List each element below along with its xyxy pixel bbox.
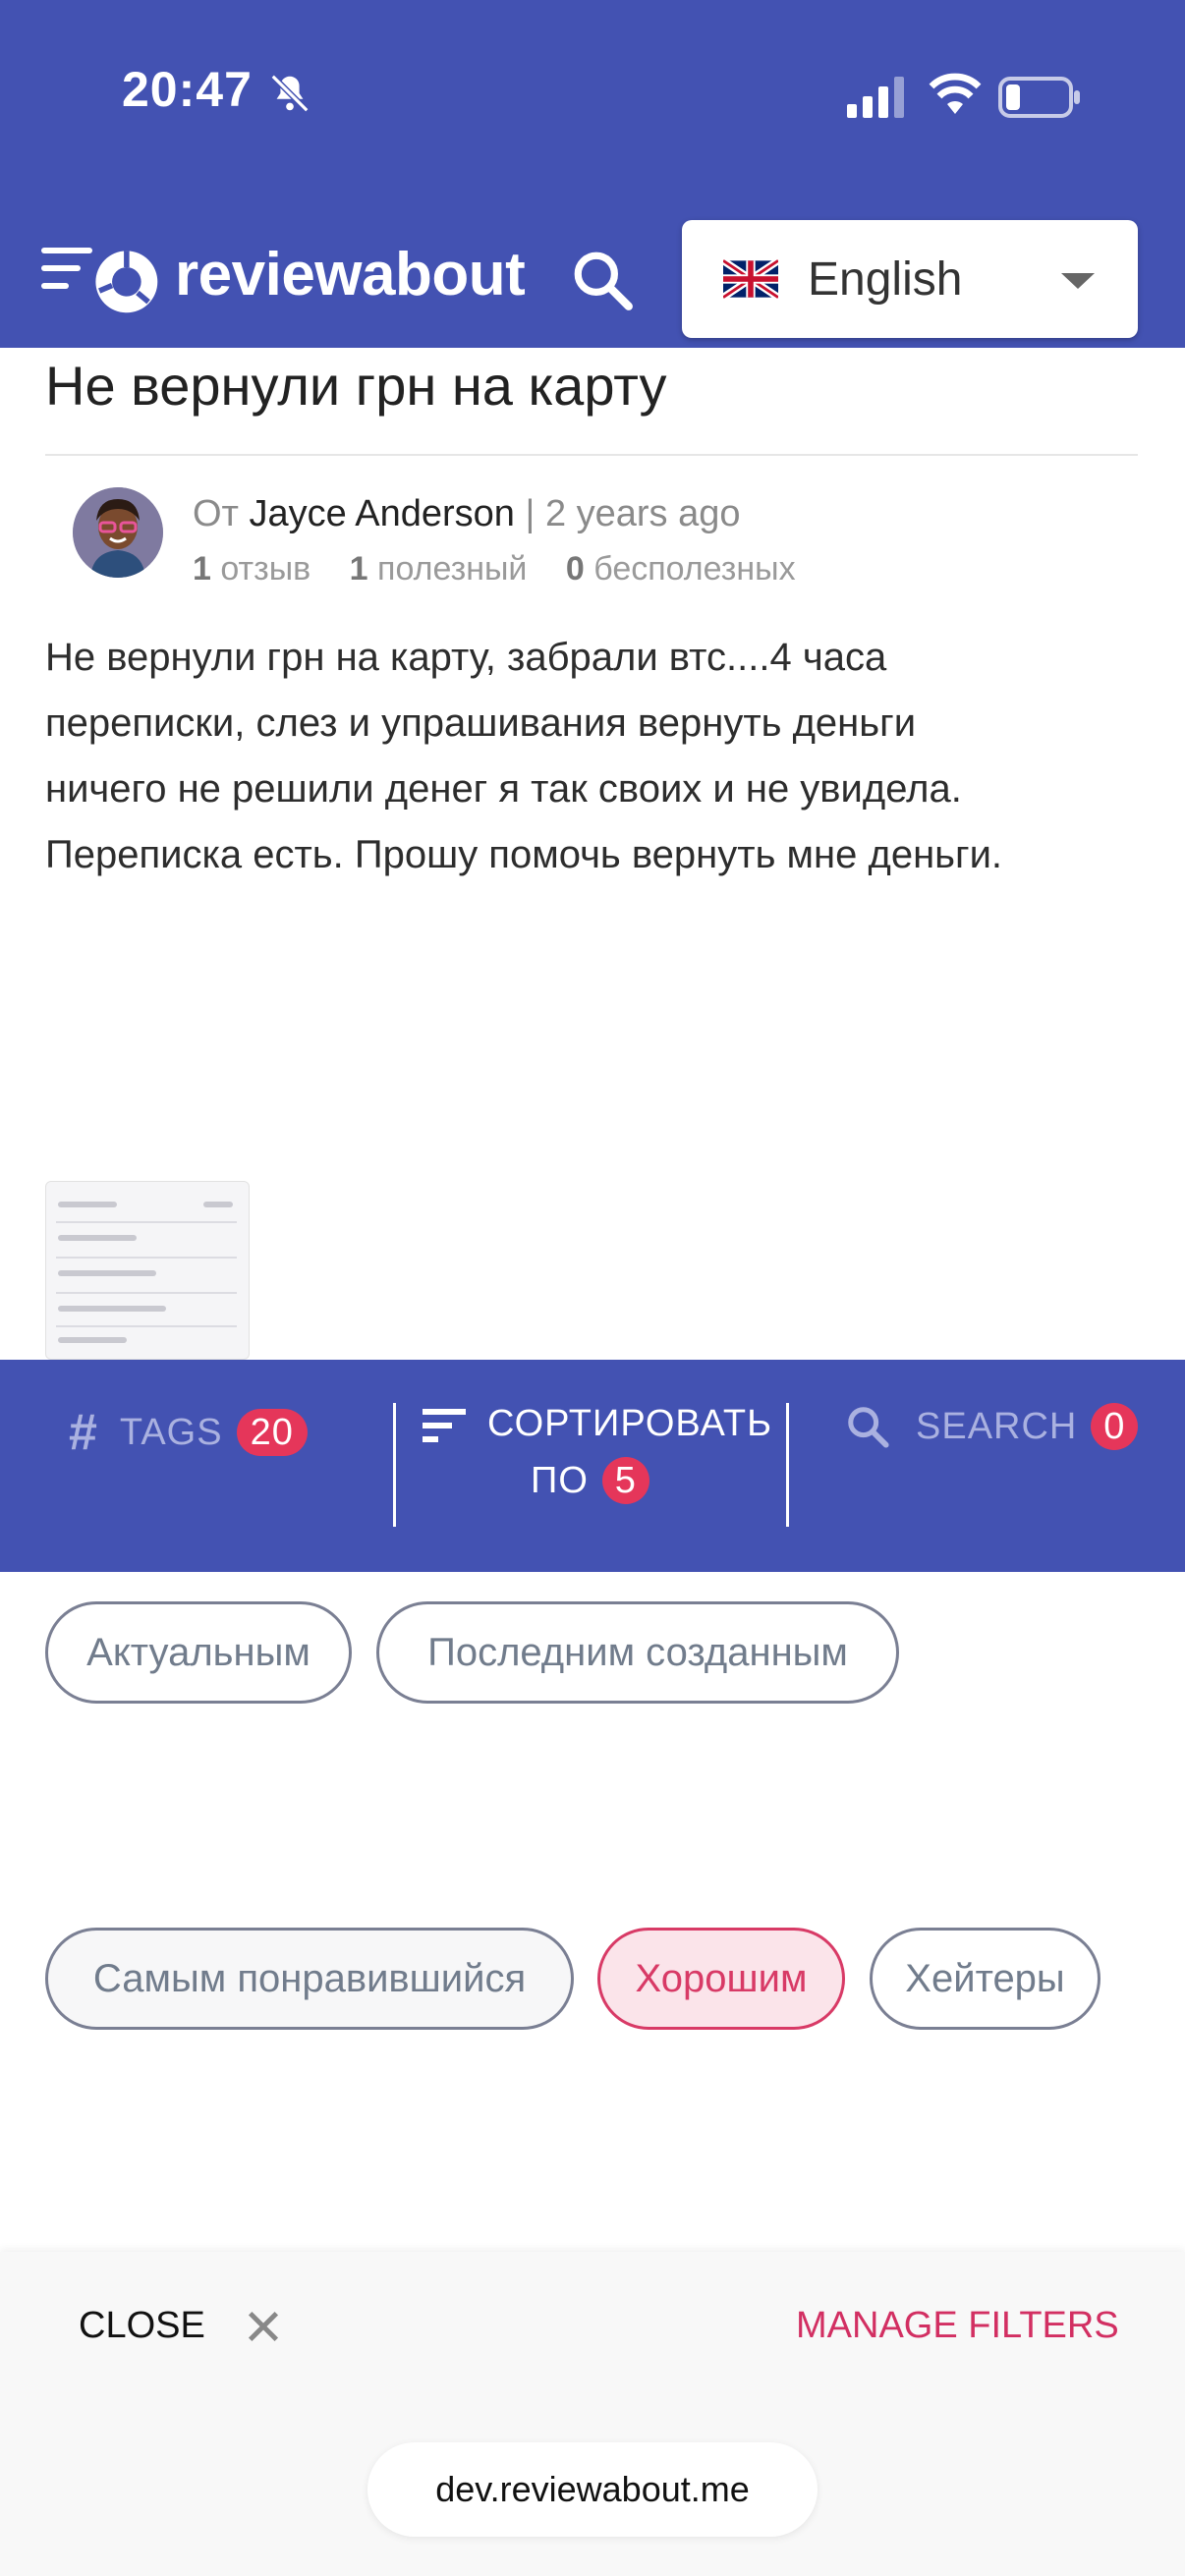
- sort-icon: [423, 1408, 466, 1442]
- useless-label: бесполезных: [593, 550, 796, 588]
- sort-chip-good[interactable]: Хорошим: [597, 1928, 845, 2030]
- author-avatar[interactable]: [73, 487, 163, 578]
- browser-url-bar[interactable]: dev.reviewabout.me: [367, 2442, 818, 2537]
- author-name[interactable]: Jayce Anderson: [250, 493, 515, 534]
- search-filter-tab[interactable]: SEARCH 0: [845, 1403, 1139, 1450]
- sort-count-badge: 5: [601, 1457, 649, 1504]
- close-filters-button[interactable]: CLOSE: [79, 2305, 282, 2347]
- useless-count: 0: [565, 550, 585, 588]
- battery-icon: [998, 77, 1080, 118]
- sort-label: СОРТИРОВАТЬ: [487, 1403, 773, 1444]
- review-time-ago: 2 years ago: [544, 493, 741, 534]
- language-label: English: [808, 252, 963, 306]
- manage-filters-button[interactable]: MANAGE FILTERS: [796, 2305, 1119, 2347]
- review-body-line: переписки, слез и упрашивания вернуть де…: [45, 701, 917, 745]
- review-byline: От Jayce Anderson | 2 years ago: [193, 493, 741, 535]
- wifi-icon: [929, 73, 982, 114]
- uk-flag-icon: [723, 258, 778, 300]
- review-body-line: Не вернули грн на карту, забрали втс....…: [45, 636, 887, 679]
- sort-filter-tab[interactable]: СОРТИРОВАТЬ ПО 5: [423, 1403, 772, 1504]
- review-attachment-thumbnail[interactable]: [45, 1181, 250, 1360]
- bell-muted-icon: [270, 74, 310, 113]
- useful-label: полезный: [377, 550, 528, 588]
- byline-separator: |: [525, 493, 536, 534]
- tags-label: TAGS: [119, 1411, 223, 1453]
- status-time: 20:47: [122, 62, 253, 117]
- author-stats: 1 отзыв 1 полезный 0 бесполезных: [193, 550, 796, 588]
- sort-chip-actual[interactable]: Актуальным: [45, 1601, 352, 1704]
- hashtag-icon: #: [69, 1404, 98, 1461]
- sort-chip-haters[interactable]: Хейтеры: [870, 1928, 1100, 2030]
- review-body-line: Переписка есть. Прошу помочь вернуть мне…: [45, 833, 1003, 876]
- close-label: CLOSE: [79, 2305, 205, 2346]
- filter-separator: [393, 1403, 396, 1527]
- tags-filter-tab[interactable]: # TAGS 20: [69, 1403, 308, 1462]
- review-body: Не вернули грн на карту, забрали втс....…: [45, 625, 1156, 888]
- review-body-line: ничего не решили денег я так своих и не …: [45, 767, 962, 811]
- reviewabout-logo-icon[interactable]: [88, 244, 161, 316]
- search-label: SEARCH: [916, 1405, 1078, 1447]
- reviews-label: отзыв: [220, 550, 311, 588]
- tags-count-badge: 20: [236, 1409, 308, 1456]
- search-icon[interactable]: [570, 248, 635, 312]
- search-count-badge: 0: [1091, 1403, 1139, 1450]
- sort-chip-most-liked[interactable]: Самым понравившийся: [45, 1928, 574, 2030]
- sort-chip-latest[interactable]: Последним созданным: [376, 1601, 899, 1704]
- useful-count: 1: [349, 550, 368, 588]
- close-icon: [248, 2311, 278, 2341]
- review-title: Не вернули грн на карту: [45, 355, 667, 417]
- reviews-count: 1: [193, 550, 211, 588]
- cellular-signal-icon: [847, 77, 904, 118]
- title-divider: [45, 454, 1138, 456]
- filter-separator: [786, 1403, 789, 1527]
- site-logo-text[interactable]: reviewabout: [175, 240, 526, 309]
- language-select[interactable]: English: [682, 220, 1138, 338]
- avatar-illustration-icon: [73, 487, 163, 578]
- chevron-down-icon: [1061, 273, 1095, 289]
- search-icon: [848, 1407, 889, 1448]
- by-label: От: [193, 493, 239, 534]
- sort-label-cont: ПО: [531, 1459, 589, 1501]
